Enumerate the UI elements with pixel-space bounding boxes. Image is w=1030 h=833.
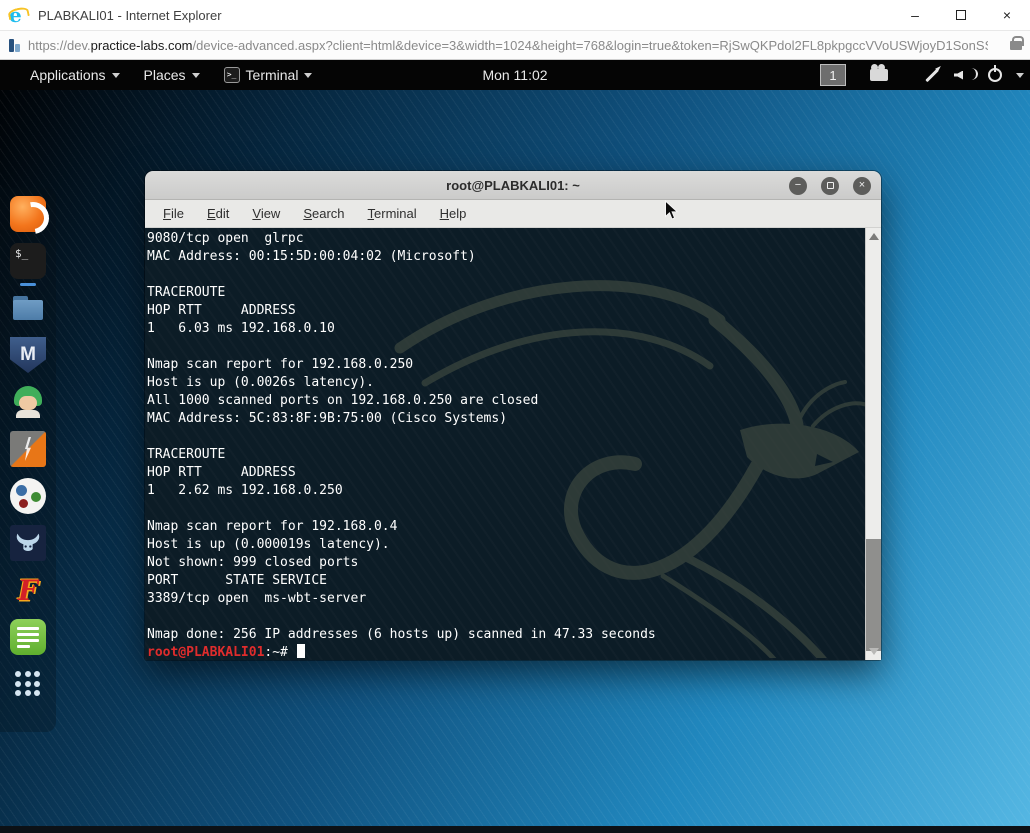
pen-icon[interactable]: [925, 68, 939, 82]
system-menu-chevron-icon[interactable]: [1016, 72, 1024, 78]
terminal-window-title: root@PLABKALI01: ~: [446, 177, 580, 193]
terminal-menubar: File Edit View Search Terminal Help: [145, 200, 881, 228]
terminal-line: TRACEROUTE: [147, 447, 226, 462]
terminal-line: Nmap scan report for 192.168.0.4: [147, 519, 398, 534]
terminal-close-button[interactable]: ×: [853, 176, 871, 195]
volume-icon[interactable]: [954, 68, 974, 82]
terminal-line: HOP RTT ADDRESS: [147, 465, 296, 480]
terminal-titlebar[interactable]: root@PLABKALI01: ~ − ×: [145, 171, 881, 200]
terminal-window: root@PLABKALI01: ~ − × File Edit View Searc…: [145, 171, 881, 660]
chevron-down-icon: [304, 72, 313, 78]
maltego-icon[interactable]: [10, 478, 46, 514]
terminal-line: 1 6.03 ms 192.168.0.10: [147, 321, 335, 336]
terminal-menu-view[interactable]: View: [244, 202, 288, 225]
terminal-line: Not shown: 999 closed ports: [147, 555, 359, 570]
terminal-line: Host is up (0.000019s latency).: [147, 537, 390, 552]
prompt-suffix: :~#: [264, 645, 296, 660]
chevron-down-icon: [191, 72, 200, 78]
ie-address-bar[interactable]: https://dev.practice-labs.com/device-adv…: [0, 30, 1030, 60]
camera-icon[interactable]: [870, 64, 888, 81]
applications-menu-label: Applications: [30, 67, 106, 83]
favorites-dock: $_ M F: [0, 188, 56, 732]
scroll-down-icon[interactable]: [869, 648, 879, 655]
applications-menu[interactable]: Applications: [0, 60, 132, 90]
show-applications-icon[interactable]: [10, 666, 46, 702]
terminal-scrollbar[interactable]: [865, 228, 881, 660]
places-menu-label: Places: [143, 67, 186, 83]
text-cursor: [296, 644, 305, 658]
terminal-line: MAC Address: 5C:83:8F:9B:75:00 (Cisco Sy…: [147, 411, 508, 426]
terminal-line: HOP RTT ADDRESS: [147, 303, 296, 318]
terminal-appmenu[interactable]: >_ Terminal: [212, 60, 325, 90]
mouse-cursor: [665, 200, 679, 220]
places-menu[interactable]: Places: [132, 60, 212, 90]
chevron-down-icon: [111, 72, 120, 78]
terminal-icon[interactable]: $_: [10, 243, 46, 286]
terminal-line: 1 2.62 ms 192.168.0.250: [147, 483, 343, 498]
terminal-menu-terminal[interactable]: Terminal: [360, 202, 425, 225]
viewport-bottom-strip: [0, 826, 1030, 833]
faraday-icon[interactable]: F: [10, 572, 46, 608]
terminal-menu-edit[interactable]: Edit: [199, 202, 237, 225]
terminal-content[interactable]: 9080/tcp open glrpc MAC Address: 00:15:5D…: [145, 228, 865, 660]
lock-icon: [1010, 36, 1024, 50]
terminal-line: Nmap done: 256 IP addresses (6 hosts up)…: [147, 627, 656, 642]
terminal-app-icon: >_: [223, 67, 240, 83]
url-text[interactable]: https://dev.practice-labs.com/device-adv…: [28, 38, 988, 53]
terminal-line: 3389/tcp open ms-wbt-server: [147, 591, 367, 606]
terminal-output: 9080/tcp open glrpc MAC Address: 00:15:5D…: [145, 228, 865, 644]
running-indicator: [20, 283, 36, 286]
browser-minimize-button[interactable]: –: [892, 0, 938, 30]
terminal-menu-search[interactable]: Search: [295, 202, 352, 225]
terminal-menu-file[interactable]: File: [155, 202, 192, 225]
prompt-user-host: root@PLABKALI01: [147, 645, 265, 660]
browser-maximize-button[interactable]: [938, 0, 984, 30]
terminal-line: TRACEROUTE: [147, 285, 226, 300]
terminal-minimize-button[interactable]: −: [789, 176, 807, 195]
terminal-line: All 1000 scanned ports on 192.168.0.250 …: [147, 393, 539, 408]
power-icon[interactable]: [988, 65, 1002, 82]
metasploit-icon[interactable]: M: [10, 337, 46, 373]
files-icon[interactable]: [10, 290, 46, 326]
terminal-appmenu-label: Terminal: [245, 67, 299, 83]
terminal-menu-help[interactable]: Help: [432, 202, 475, 225]
terminal-line: Nmap scan report for 192.168.0.250: [147, 357, 414, 372]
firefox-icon[interactable]: [10, 196, 46, 232]
armitage-icon[interactable]: [10, 384, 46, 420]
browser-window-title: PLABKALI01 - Internet Explorer: [38, 7, 222, 23]
burpsuite-icon[interactable]: [10, 431, 46, 467]
terminal-line: 9080/tcp open glrpc: [147, 231, 304, 246]
terminal-maximize-button[interactable]: [821, 176, 839, 195]
leafpad-icon[interactable]: [10, 619, 46, 655]
prompt-line: root@PLABKALI01:~#: [145, 644, 865, 660]
workspace-indicator[interactable]: 1: [820, 64, 846, 86]
terminal-line: MAC Address: 00:15:5D:00:04:02 (Microsof…: [147, 249, 476, 264]
maximize-icon: [826, 182, 834, 189]
maximize-icon: [956, 10, 966, 20]
site-favicon: [8, 38, 21, 52]
internet-explorer-icon: e: [7, 5, 30, 25]
beef-icon[interactable]: [10, 525, 46, 561]
ie-titlebar: e PLABKALI01 - Internet Explorer – ×: [0, 0, 1030, 30]
topbar-status-area: 1: [820, 60, 1024, 90]
terminal-line: PORT STATE SERVICE: [147, 573, 328, 588]
terminal-line: Host is up (0.0026s latency).: [147, 375, 374, 390]
browser-close-button[interactable]: ×: [984, 0, 1030, 30]
scrollbar-thumb[interactable]: [866, 539, 881, 652]
scroll-up-icon[interactable]: [869, 233, 879, 240]
url-domain: practice-labs.com: [90, 37, 193, 53]
